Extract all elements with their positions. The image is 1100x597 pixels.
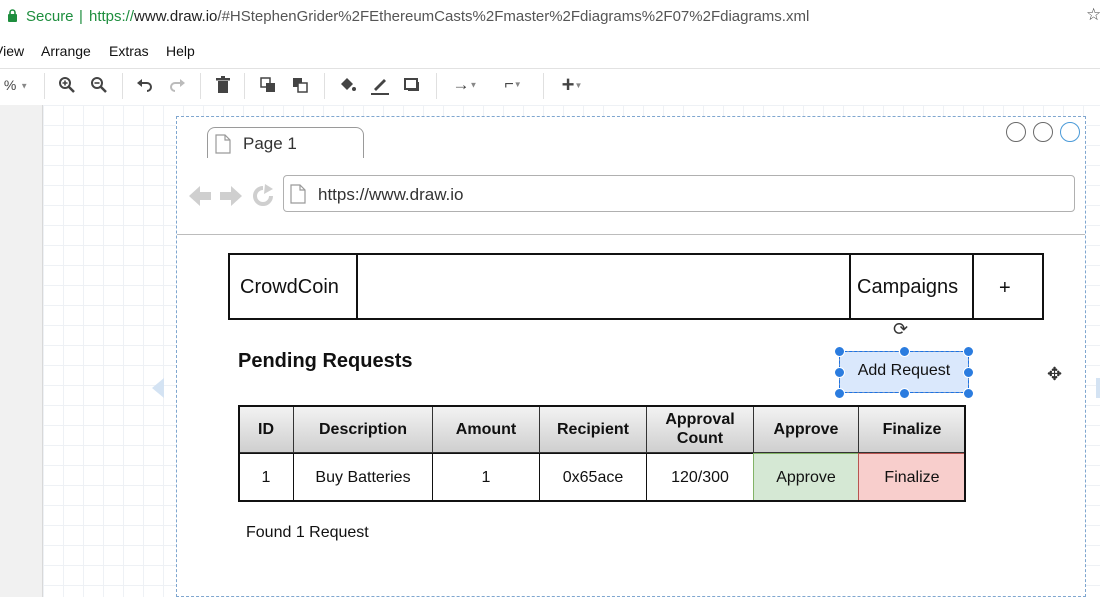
resize-handle[interactable] bbox=[834, 346, 845, 357]
url-input[interactable]: https://www.draw.io/#HStephenGrider%2FEt… bbox=[89, 8, 809, 25]
add-campaign-button[interactable]: + bbox=[999, 277, 1011, 300]
window-control-icon bbox=[1006, 122, 1026, 142]
shapes-panel-edge bbox=[0, 105, 43, 597]
col-header-amount: Amount bbox=[432, 405, 540, 453]
arrow-left-icon[interactable] bbox=[152, 378, 164, 398]
col-header-approve: Approve bbox=[753, 405, 859, 453]
menu-arrange[interactable]: Arrange bbox=[41, 43, 91, 59]
page-icon bbox=[215, 134, 231, 154]
zoom-out-icon[interactable] bbox=[89, 74, 109, 96]
campaigns-link[interactable]: Campaigns bbox=[857, 276, 958, 299]
col-header-finalize: Finalize bbox=[858, 405, 966, 453]
toolbar-divider bbox=[543, 73, 544, 99]
url-host: www.draw.io bbox=[134, 8, 218, 25]
toolbar-divider bbox=[436, 73, 437, 99]
found-count: Found 1 Request bbox=[246, 524, 369, 541]
resize-handle[interactable] bbox=[834, 367, 845, 378]
header-divider bbox=[356, 253, 358, 320]
chevron-down-icon: ▼ bbox=[20, 81, 29, 91]
toolbar-divider bbox=[122, 73, 123, 99]
header-divider bbox=[972, 253, 974, 320]
to-front-icon[interactable] bbox=[258, 74, 278, 96]
mockup-tab-label: Page 1 bbox=[243, 134, 297, 153]
connection-icon[interactable]: →▼ bbox=[447, 74, 483, 96]
resize-handle[interactable] bbox=[963, 367, 974, 378]
resize-handle[interactable] bbox=[834, 388, 845, 399]
nav-arrows-icon bbox=[189, 184, 273, 206]
window-control-icon bbox=[1033, 122, 1053, 142]
url-protocol: https:// bbox=[89, 8, 135, 25]
delete-icon[interactable] bbox=[214, 74, 232, 96]
finalize-button[interactable]: Finalize bbox=[858, 453, 966, 502]
menu-view[interactable]: View bbox=[0, 43, 24, 59]
secure-label: Secure bbox=[26, 8, 74, 25]
zoom-in-icon[interactable] bbox=[57, 74, 77, 96]
menu-bar bbox=[0, 34, 1100, 68]
col-header-approval-count: Approval Count bbox=[646, 405, 754, 453]
to-back-icon[interactable] bbox=[290, 74, 310, 96]
toolbar-divider bbox=[324, 73, 325, 99]
insert-icon[interactable]: +▼ bbox=[554, 74, 590, 96]
move-icon[interactable]: ✥ bbox=[1047, 364, 1062, 385]
cell-description: Buy Batteries bbox=[293, 453, 433, 502]
window-control-icon bbox=[1060, 122, 1080, 142]
add-request-label: Add Request bbox=[857, 362, 951, 379]
cell-id: 1 bbox=[238, 453, 294, 502]
menu-extras[interactable]: Extras bbox=[109, 43, 149, 59]
shadow-icon[interactable] bbox=[402, 74, 422, 96]
col-header-id: ID bbox=[238, 405, 294, 453]
fill-color-icon[interactable] bbox=[337, 74, 357, 96]
cell-recipient: 0x65ace bbox=[539, 453, 647, 502]
col-header-description: Description bbox=[293, 405, 433, 453]
rotate-icon[interactable]: ⟳ bbox=[893, 319, 908, 340]
page-icon bbox=[290, 184, 306, 204]
menu-help[interactable]: Help bbox=[166, 43, 195, 59]
toolbar bbox=[0, 68, 1100, 106]
cell-approval-count: 120/300 bbox=[646, 453, 754, 502]
zoom-select[interactable]: % ▼ bbox=[0, 74, 32, 96]
mockup-url-text: https://www.draw.io bbox=[318, 185, 464, 204]
toolbar-divider bbox=[200, 73, 201, 99]
header-divider bbox=[849, 253, 851, 320]
waypoints-icon[interactable]: ⌐▼ bbox=[495, 74, 531, 96]
cell-amount: 1 bbox=[432, 453, 540, 502]
resize-handle[interactable] bbox=[963, 388, 974, 399]
star-icon[interactable]: ☆ bbox=[1086, 5, 1100, 25]
approve-button[interactable]: Approve bbox=[753, 453, 859, 502]
resize-handle[interactable] bbox=[899, 388, 910, 399]
col-header-recipient: Recipient bbox=[539, 405, 647, 453]
url-path: /#HStephenGrider%2FEthereumCasts%2Fmaste… bbox=[217, 8, 810, 25]
toolbar-divider bbox=[44, 73, 45, 99]
undo-icon[interactable] bbox=[135, 74, 155, 96]
zoom-label: % bbox=[3, 77, 17, 93]
resize-handle[interactable] bbox=[963, 346, 974, 357]
address-separator: | bbox=[79, 8, 83, 25]
line-color-icon[interactable] bbox=[369, 74, 391, 96]
resize-handle[interactable] bbox=[899, 346, 910, 357]
lock-icon bbox=[8, 9, 17, 22]
toolbar-divider bbox=[244, 73, 245, 99]
arrow-right-icon[interactable] bbox=[1096, 378, 1100, 398]
page-title: Pending Requests bbox=[238, 350, 413, 372]
redo-icon[interactable] bbox=[167, 74, 187, 96]
brand-logo: CrowdCoin bbox=[240, 276, 339, 298]
